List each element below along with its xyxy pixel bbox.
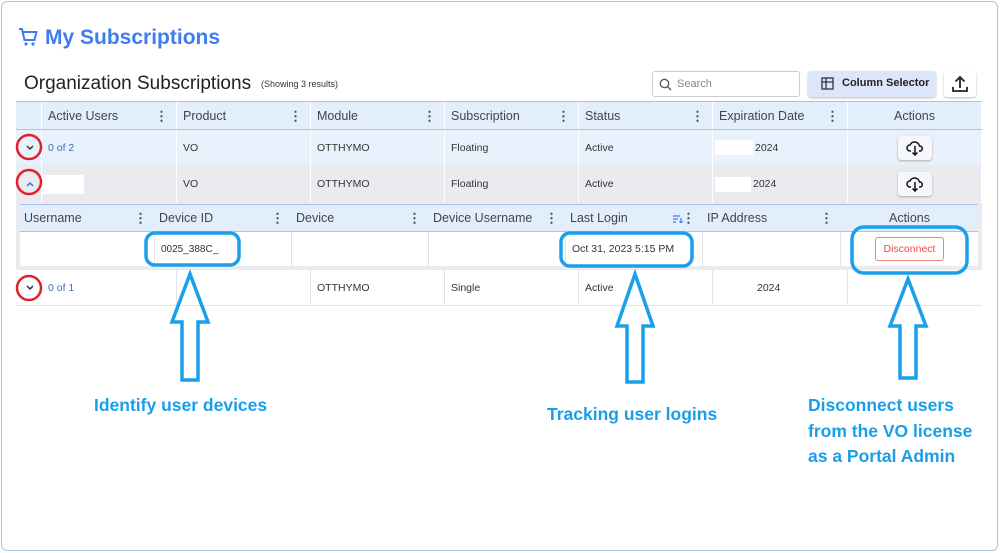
highlight-circle <box>15 274 43 302</box>
arrow-up-icon <box>614 268 656 384</box>
highlight-circle <box>15 168 43 196</box>
highlight-circle <box>15 133 43 161</box>
annotation-logins: Tracking user logins <box>547 404 718 424</box>
highlight-disconnect <box>850 225 969 275</box>
annotation-overlay <box>15 133 969 384</box>
arrow-up-icon <box>887 274 929 380</box>
annotation-disconnect: Disconnect users from the VO license as a … <box>808 395 973 466</box>
highlight-last-login <box>559 231 694 268</box>
annotation-devices: Identify user devices <box>94 395 268 415</box>
arrow-up-icon <box>169 269 211 382</box>
highlight-device-id <box>144 231 241 267</box>
